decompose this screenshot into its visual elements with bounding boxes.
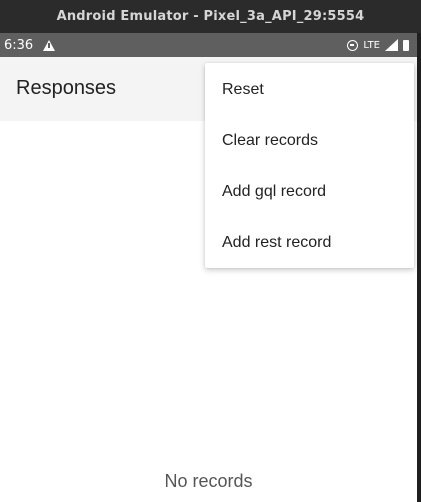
menu-item-add-rest-record[interactable]: Add rest record: [205, 217, 414, 268]
menu-item-label: Reset: [222, 80, 264, 98]
warning-icon: [43, 39, 56, 51]
overflow-menu: Reset Clear records Add gql record Add r…: [205, 63, 414, 268]
menu-item-add-gql-record[interactable]: Add gql record: [205, 166, 414, 217]
status-bar: 6:36 LTE: [0, 33, 417, 57]
emulator-window: Android Emulator - Pixel_3a_API_29:5554 …: [0, 0, 421, 502]
empty-state-text: No records: [164, 471, 253, 491]
status-icons: LTE: [347, 39, 409, 51]
menu-item-reset[interactable]: Reset: [205, 64, 414, 115]
emulator-title: Android Emulator - Pixel_3a_API_29:5554: [56, 9, 365, 24]
network-type-label: LTE: [363, 39, 380, 51]
menu-item-label: Add gql record: [222, 182, 327, 200]
menu-item-label: Add rest record: [222, 233, 332, 251]
menu-item-label: Clear records: [222, 131, 319, 149]
signal-icon: [385, 39, 398, 51]
menu-item-clear-records[interactable]: Clear records: [205, 115, 414, 166]
window-border: [417, 33, 421, 502]
status-time: 6:36: [4, 37, 34, 53]
do-not-disturb-icon: [347, 39, 359, 51]
emulator-title-bar[interactable]: Android Emulator - Pixel_3a_API_29:5554: [0, 0, 421, 33]
page-title: Responses: [16, 77, 117, 99]
battery-icon: [403, 39, 409, 51]
